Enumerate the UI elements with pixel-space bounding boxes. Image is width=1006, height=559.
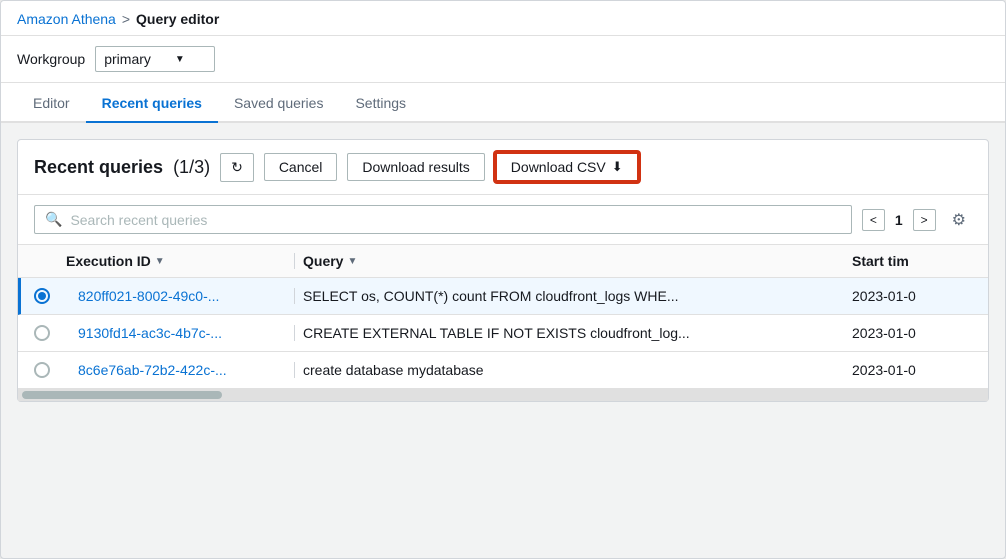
execution-id-link-1[interactable]: 820ff021-8002-49c0-... bbox=[78, 288, 219, 304]
tab-editor[interactable]: Editor bbox=[17, 83, 86, 123]
workgroup-select[interactable]: primary ▼ bbox=[95, 46, 215, 72]
workgroup-bar: Workgroup primary ▼ bbox=[1, 36, 1005, 83]
start-time-cell-2: 2023-01-0 bbox=[852, 325, 972, 341]
recent-queries-panel: Recent queries (1/3) ↻ Cancel Download r… bbox=[17, 139, 989, 402]
query-cell-2: CREATE EXTERNAL TABLE IF NOT EXISTS clou… bbox=[303, 325, 852, 341]
download-csv-button[interactable]: Download CSV ⬇ bbox=[495, 152, 639, 182]
breadcrumb-link[interactable]: Amazon Athena bbox=[17, 11, 116, 27]
execution-id-link-3[interactable]: 8c6e76ab-72b2-422c-... bbox=[78, 362, 227, 378]
sort-arrow-exec-id: ▼ bbox=[155, 256, 165, 267]
table-row[interactable]: 820ff021-8002-49c0-... SELECT os, COUNT(… bbox=[18, 278, 988, 315]
col-query-header: Query ▼ bbox=[303, 253, 852, 269]
cancel-button[interactable]: Cancel bbox=[264, 153, 338, 181]
panel-count: (1/3) bbox=[173, 157, 210, 178]
breadcrumb-current: Query editor bbox=[136, 11, 219, 27]
pagination: < 1 > bbox=[862, 209, 936, 231]
breadcrumb-bar: Amazon Athena > Query editor bbox=[1, 1, 1005, 36]
radio-button-selected[interactable] bbox=[34, 288, 50, 304]
content-area: Recent queries (1/3) ↻ Cancel Download r… bbox=[1, 123, 1005, 418]
row-radio-1[interactable] bbox=[34, 288, 66, 304]
execution-id-link-2[interactable]: 9130fd14-ac3c-4b7c-... bbox=[78, 325, 222, 341]
col-divider-row1 bbox=[294, 288, 295, 304]
tab-settings[interactable]: Settings bbox=[339, 83, 422, 123]
download-csv-label: Download CSV bbox=[511, 159, 606, 175]
prev-page-button[interactable]: < bbox=[862, 209, 885, 231]
query-cell-3: create database mydatabase bbox=[303, 362, 852, 378]
table-row[interactable]: 9130fd14-ac3c-4b7c-... CREATE EXTERNAL T… bbox=[18, 315, 988, 352]
radio-button-unselected[interactable] bbox=[34, 362, 50, 378]
tabs-bar: Editor Recent queries Saved queries Sett… bbox=[1, 83, 1005, 123]
panel-header: Recent queries (1/3) ↻ Cancel Download r… bbox=[18, 140, 988, 195]
current-page: 1 bbox=[891, 212, 907, 228]
panel-title: Recent queries bbox=[34, 157, 163, 178]
workgroup-label: Workgroup bbox=[17, 51, 85, 67]
refresh-button[interactable]: ↻ bbox=[220, 153, 254, 182]
row-radio-2[interactable] bbox=[34, 325, 66, 341]
workgroup-value: primary bbox=[104, 51, 151, 67]
chevron-down-icon: ▼ bbox=[175, 54, 185, 65]
main-window: Amazon Athena > Query editor Workgroup p… bbox=[0, 0, 1006, 559]
execution-id-cell-1: 820ff021-8002-49c0-... bbox=[66, 288, 286, 304]
start-time-cell-1: 2023-01-0 bbox=[852, 288, 972, 304]
search-bar: 🔍 < 1 > ⚙ bbox=[18, 195, 988, 245]
execution-id-cell-2: 9130fd14-ac3c-4b7c-... bbox=[66, 325, 286, 341]
settings-icon-button[interactable]: ⚙ bbox=[946, 208, 972, 232]
next-page-button[interactable]: > bbox=[913, 209, 936, 231]
download-results-button[interactable]: Download results bbox=[347, 153, 484, 181]
tab-recent-queries[interactable]: Recent queries bbox=[86, 83, 218, 123]
table-header: Execution ID ▼ Query ▼ Start tim bbox=[18, 245, 988, 278]
tab-saved-queries[interactable]: Saved queries bbox=[218, 83, 340, 123]
start-time-cell-3: 2023-01-0 bbox=[852, 362, 972, 378]
search-input[interactable] bbox=[70, 212, 840, 228]
query-cell-1: SELECT os, COUNT(*) count FROM cloudfron… bbox=[303, 288, 852, 304]
execution-id-cell-3: 8c6e76ab-72b2-422c-... bbox=[66, 362, 286, 378]
scrollbar-thumb[interactable] bbox=[22, 391, 222, 399]
col-divider-row3 bbox=[294, 362, 295, 378]
search-icon: 🔍 bbox=[45, 211, 62, 228]
download-icon: ⬇ bbox=[612, 159, 623, 175]
radio-button-unselected[interactable] bbox=[34, 325, 50, 341]
row-radio-3[interactable] bbox=[34, 362, 66, 378]
table-row[interactable]: 8c6e76ab-72b2-422c-... create database m… bbox=[18, 352, 988, 389]
col-execution-id-header: Execution ID ▼ bbox=[66, 253, 286, 269]
horizontal-scrollbar[interactable] bbox=[18, 389, 988, 401]
col-divider-1 bbox=[294, 253, 295, 269]
col-divider-row2 bbox=[294, 325, 295, 341]
sort-arrow-query: ▼ bbox=[347, 256, 357, 267]
search-input-wrapper: 🔍 bbox=[34, 205, 852, 234]
breadcrumb-separator: > bbox=[122, 11, 130, 27]
col-start-time-header: Start tim bbox=[852, 253, 972, 269]
